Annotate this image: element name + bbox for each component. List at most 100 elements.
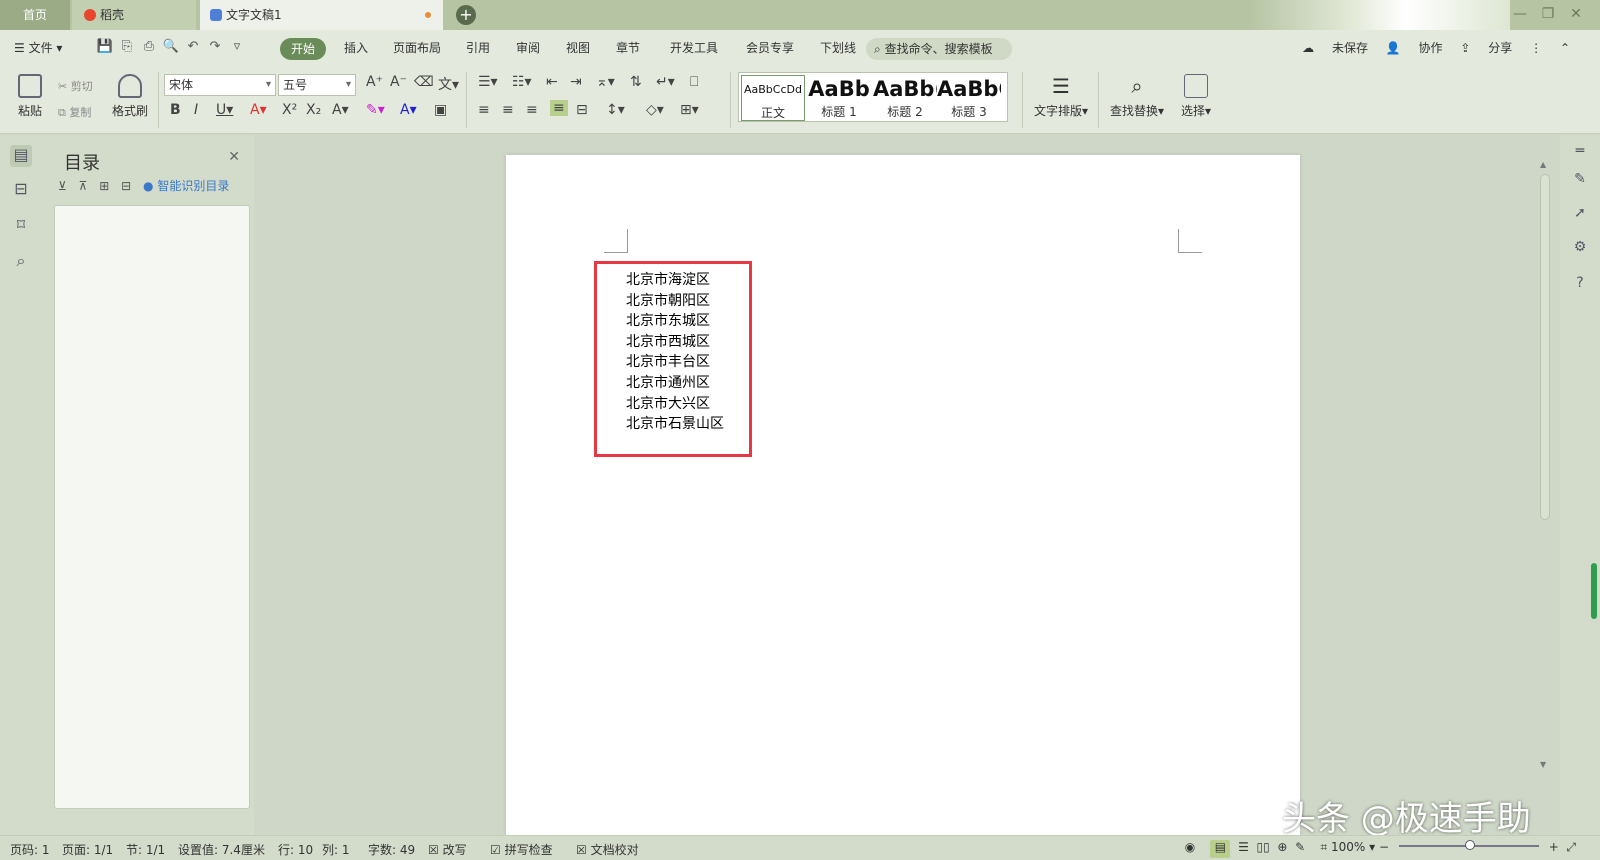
- spell-check-button[interactable]: ☑ 拼写检查: [490, 841, 553, 858]
- copy-button[interactable]: ⧉ 复制: [58, 104, 91, 120]
- remove-level-icon[interactable]: ⊟: [121, 179, 131, 193]
- strikethrough-icon[interactable]: A▾: [250, 102, 267, 118]
- sort-icon[interactable]: ⇅: [630, 74, 642, 90]
- zoom-level[interactable]: 100%: [1331, 840, 1365, 854]
- unsaved-button[interactable]: ☁ 未保存: [1302, 41, 1368, 55]
- bookmark-icon[interactable]: ⌑: [10, 215, 32, 237]
- fit-page-icon[interactable]: ⌗: [1320, 840, 1327, 854]
- expand-icon[interactable]: ⊻: [58, 179, 67, 193]
- tab-page-layout[interactable]: 页面布局: [393, 39, 441, 56]
- subscript-icon[interactable]: X₂: [306, 102, 321, 118]
- pen-icon[interactable]: ✎: [1570, 171, 1590, 191]
- document-text[interactable]: 北京市海淀区 北京市朝阳区 北京市东城区 北京市西城区 北京市丰台区 北京市通州…: [626, 270, 724, 435]
- tab-stop-icon[interactable]: ⎕: [690, 74, 698, 90]
- toc-list[interactable]: [54, 205, 250, 809]
- revise-button[interactable]: ☒ 改写: [428, 841, 467, 858]
- justify-icon[interactable]: ≡: [550, 100, 568, 116]
- numbering-icon[interactable]: ☷▾: [512, 74, 532, 90]
- select-button[interactable]: 选择▾: [1176, 74, 1216, 119]
- tab-developer[interactable]: 开发工具: [670, 39, 718, 56]
- command-search[interactable]: ⌕ 查找命令、搜索模板: [866, 38, 1012, 60]
- vertical-scrollbar[interactable]: ▲ ▼: [1538, 140, 1552, 780]
- add-tab-icon[interactable]: +: [456, 5, 476, 25]
- add-level-icon[interactable]: ⊞: [99, 179, 109, 193]
- bold-icon[interactable]: B: [170, 102, 181, 118]
- font-color-icon[interactable]: A▾: [400, 102, 417, 118]
- status-section[interactable]: 节: 1/1: [126, 841, 165, 858]
- share-button[interactable]: ⇪ 分享: [1460, 41, 1512, 55]
- print-preview-icon[interactable]: 🔍: [160, 39, 182, 54]
- tab-view[interactable]: 视图: [566, 39, 590, 56]
- zoom-out-icon[interactable]: −: [1379, 840, 1389, 854]
- italic-icon[interactable]: I: [194, 102, 198, 118]
- font-name-select[interactable]: 宋体: [164, 74, 276, 96]
- collapse-icon[interactable]: ⊼: [79, 179, 88, 193]
- highlight-icon[interactable]: ✎▾: [366, 102, 385, 118]
- find-replace-button[interactable]: ⌕ 查找替换▾: [1106, 74, 1168, 119]
- status-row[interactable]: 行: 10: [278, 841, 313, 858]
- text-layout-button[interactable]: ☰ 文字排版▾: [1030, 74, 1092, 119]
- scroll-up-icon[interactable]: ▲: [1540, 160, 1546, 169]
- tab-insert[interactable]: 插入: [344, 39, 368, 56]
- zoom-slider[interactable]: [1398, 840, 1539, 850]
- increase-indent-icon[interactable]: ⇥: [570, 74, 582, 90]
- proof-button[interactable]: ☒ 文档校对: [576, 841, 639, 858]
- decrease-indent-icon[interactable]: ⇤: [546, 74, 558, 90]
- align-left-icon[interactable]: ≡: [478, 102, 490, 118]
- grow-font-icon[interactable]: A⁺: [366, 74, 383, 90]
- pointer-icon[interactable]: ➚: [1570, 205, 1590, 225]
- print-icon[interactable]: ⎙: [138, 39, 160, 54]
- shrink-font-icon[interactable]: A⁻: [390, 74, 407, 90]
- tab-member[interactable]: 会员专享: [746, 39, 794, 56]
- tab-daoke[interactable]: 稻壳: [72, 0, 196, 30]
- file-menu[interactable]: ☰ 文件 ▾: [14, 39, 62, 56]
- align-center-icon[interactable]: ≡: [502, 102, 514, 118]
- save-icon[interactable]: 💾: [94, 39, 116, 54]
- char-border-icon[interactable]: ▣: [434, 102, 447, 118]
- shading-icon[interactable]: ◇▾: [646, 102, 664, 118]
- align-right-icon[interactable]: ≡: [526, 102, 538, 118]
- status-words[interactable]: 字数: 49: [368, 841, 415, 858]
- tab-document[interactable]: 文字文稿1: [200, 0, 443, 30]
- text-effect-icon[interactable]: A▾: [332, 102, 349, 118]
- collapse-ribbon-icon[interactable]: ⌃: [1560, 41, 1570, 55]
- distribute-icon[interactable]: ⊟: [576, 102, 588, 118]
- navigation-icon[interactable]: ⊟: [10, 179, 32, 201]
- close-icon[interactable]: ✕: [228, 149, 240, 165]
- tab-home[interactable]: 首页: [0, 0, 70, 30]
- tab-review[interactable]: 审阅: [516, 39, 540, 56]
- close-window-icon[interactable]: ✕: [1562, 6, 1590, 22]
- tab-references[interactable]: 引用: [466, 39, 490, 56]
- export-icon[interactable]: ⎘: [116, 39, 138, 54]
- paste-button[interactable]: 粘贴: [10, 74, 50, 119]
- customize-icon[interactable]: ▿: [226, 39, 248, 54]
- tab-start[interactable]: 开始: [280, 38, 326, 60]
- line-spacing-icon[interactable]: ↕▾: [606, 102, 625, 118]
- settings-sliders-icon[interactable]: ⚙: [1570, 239, 1590, 259]
- status-pages[interactable]: 页面: 1/1: [62, 841, 113, 858]
- more-options-icon[interactable]: ═: [1570, 143, 1590, 163]
- side-indicator[interactable]: [1591, 563, 1597, 619]
- minimize-icon[interactable]: —: [1506, 6, 1534, 22]
- scroll-down-icon[interactable]: ▼: [1540, 760, 1546, 769]
- more-icon[interactable]: ⋮: [1530, 41, 1542, 55]
- superscript-icon[interactable]: X²: [282, 102, 297, 118]
- status-page[interactable]: 页码: 1: [10, 841, 50, 858]
- tab-chapter[interactable]: 章节: [616, 39, 640, 56]
- restore-icon[interactable]: ❐: [1534, 6, 1562, 22]
- write-view-icon[interactable]: ✎: [1295, 840, 1305, 854]
- format-painter-button[interactable]: 格式刷: [108, 74, 152, 119]
- style-heading-3[interactable]: AaBbC 标题 3: [937, 75, 1001, 121]
- tab-underline[interactable]: 下划线: [820, 39, 856, 56]
- style-normal[interactable]: AaBbCcDd 正文: [741, 75, 805, 121]
- zoom-slider-knob[interactable]: [1464, 840, 1475, 850]
- clear-format-icon[interactable]: ⌫: [414, 74, 434, 90]
- cut-button[interactable]: ✂ 剪切: [58, 78, 93, 94]
- underline-icon[interactable]: U▾: [216, 102, 233, 118]
- bullets-icon[interactable]: ☰▾: [478, 74, 498, 90]
- status-col[interactable]: 列: 1: [322, 841, 350, 858]
- print-view-icon[interactable]: ▤: [1210, 840, 1231, 858]
- eye-protect-icon[interactable]: ◉: [1185, 840, 1195, 854]
- web-view-icon[interactable]: ⊕: [1277, 840, 1287, 854]
- redo-icon[interactable]: ↷: [204, 39, 226, 54]
